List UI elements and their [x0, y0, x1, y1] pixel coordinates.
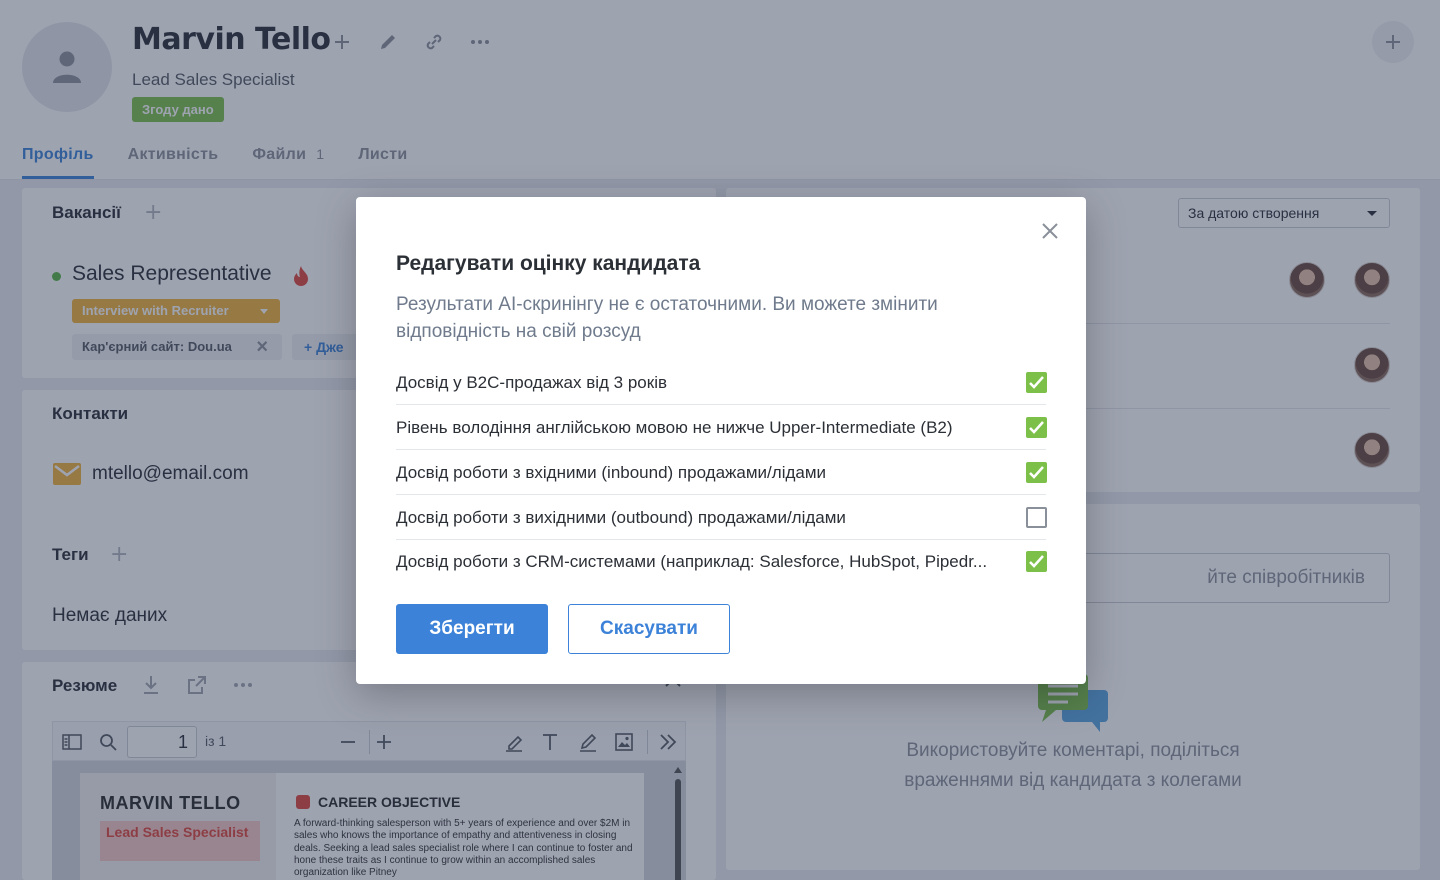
checkmark-icon	[1029, 555, 1044, 568]
criterion-label: Досвід роботи з CRM-системами (наприклад…	[396, 552, 988, 571]
criterion-row: Досвід у B2C-продажах від 3 років	[396, 360, 1047, 405]
criterion-label: Досвід роботи з вихідними (outbound) про…	[396, 508, 846, 527]
criterion-checkbox[interactable]	[1026, 372, 1047, 393]
checkmark-icon	[1029, 466, 1044, 479]
criterion-checkbox[interactable]	[1026, 551, 1047, 572]
criterion-row: Досвід роботи з вихідними (outbound) про…	[396, 495, 1047, 540]
criterion-checkbox[interactable]	[1026, 417, 1047, 438]
modal-title: Редагувати оцінку кандидата	[396, 252, 701, 275]
criterion-checkbox[interactable]	[1026, 507, 1047, 528]
criterion-label: Досвід роботи з вхідними (inbound) прода…	[396, 463, 827, 482]
save-button[interactable]: Зберегти	[396, 604, 548, 654]
criterion-label: Досвід у B2C-продажах від 3 років	[396, 373, 668, 392]
cancel-button[interactable]: Скасувати	[568, 604, 730, 654]
criterion-checkbox[interactable]	[1026, 462, 1047, 483]
criterion-row: Досвід роботи з вхідними (inbound) прода…	[396, 450, 1047, 495]
modal-description: Результати AI-скринінгу не є остаточними…	[396, 294, 938, 342]
close-icon[interactable]	[1040, 221, 1060, 241]
criterion-row: Рівень володіння англійською мовою не ни…	[396, 405, 1047, 450]
criterion-row: Досвід роботи з CRM-системами (наприклад…	[396, 539, 1047, 584]
edit-assessment-modal: Редагувати оцінку кандидата Результати A…	[356, 197, 1086, 684]
checkmark-icon	[1029, 376, 1044, 389]
checkmark-icon	[1029, 421, 1044, 434]
criterion-label: Рівень володіння англійською мовою не ни…	[396, 418, 953, 437]
